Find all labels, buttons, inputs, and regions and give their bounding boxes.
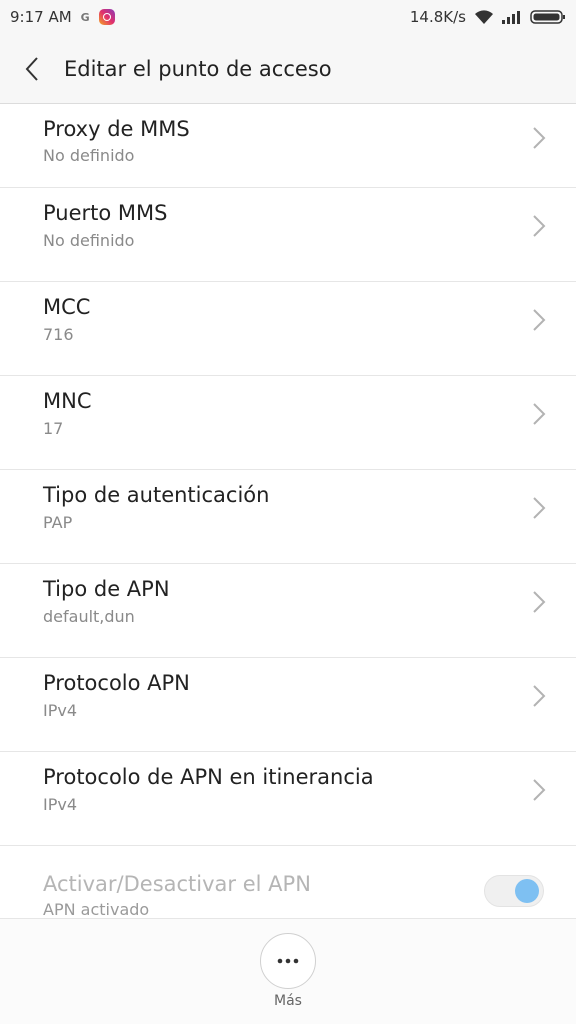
signal-icon xyxy=(502,11,520,24)
list-item-value: PAP xyxy=(43,513,73,532)
settings-list: Proxy de MMS No definido Puerto MMS No d… xyxy=(0,104,576,918)
list-item-mcc[interactable]: MCC 716 xyxy=(0,282,576,376)
status-bar: 9:17 AM G 14.8K/s xyxy=(0,0,576,34)
chevron-right-icon xyxy=(533,497,546,519)
list-item-title: Tipo de autenticación xyxy=(43,483,270,507)
list-item-value: No definido xyxy=(43,146,135,165)
google-icon: G xyxy=(80,10,90,24)
chevron-right-icon xyxy=(533,685,546,707)
list-item-title: Protocolo APN xyxy=(43,671,190,695)
list-item-mms-port[interactable]: Puerto MMS No definido xyxy=(0,188,576,282)
back-button[interactable] xyxy=(0,34,64,104)
more-label: Más xyxy=(274,993,302,1009)
chevron-right-icon xyxy=(533,215,546,237)
chevron-right-icon xyxy=(533,403,546,425)
list-item-title: Tipo de APN xyxy=(43,577,170,601)
chevron-right-icon xyxy=(533,591,546,613)
list-item-apn-protocol[interactable]: Protocolo APN IPv4 xyxy=(0,658,576,752)
list-item-title: MCC xyxy=(43,295,91,319)
list-item-apn-enable[interactable]: Activar/Desactivar el APN APN activado xyxy=(0,846,576,918)
app-bar: Editar el punto de acceso xyxy=(0,34,576,104)
instagram-icon xyxy=(98,9,115,25)
wifi-icon xyxy=(475,10,493,24)
list-item-title: Puerto MMS xyxy=(43,201,168,225)
status-time: 9:17 AM xyxy=(10,8,72,26)
chevron-right-icon xyxy=(533,127,546,149)
network-speed: 14.8K/s xyxy=(409,8,466,26)
more-dots-icon xyxy=(277,958,299,964)
list-item-apn-type[interactable]: Tipo de APN default,dun xyxy=(0,564,576,658)
list-item-mms-proxy[interactable]: Proxy de MMS No definido xyxy=(0,104,576,188)
list-item-title: Proxy de MMS xyxy=(43,117,190,141)
list-item-title: Protocolo de APN en itinerancia xyxy=(43,765,374,789)
list-item-auth-type[interactable]: Tipo de autenticación PAP xyxy=(0,470,576,564)
list-item-value: 17 xyxy=(43,419,64,438)
list-item-value: IPv4 xyxy=(43,701,78,720)
apn-toggle-switch[interactable] xyxy=(484,875,544,907)
list-item-value: APN activado xyxy=(43,900,150,918)
list-item-value: IPv4 xyxy=(43,795,78,814)
page-title: Editar el punto de acceso xyxy=(64,56,332,81)
list-item-title: MNC xyxy=(43,389,92,413)
chevron-right-icon xyxy=(533,779,546,801)
list-item-value: No definido xyxy=(43,231,135,250)
battery-icon xyxy=(530,10,565,24)
list-item-mnc[interactable]: MNC 17 xyxy=(0,376,576,470)
toggle-knob xyxy=(515,879,539,903)
list-item-value: default,dun xyxy=(43,607,135,626)
list-item-value: 716 xyxy=(43,325,74,344)
back-arrow-icon xyxy=(25,56,38,81)
list-item-title: Activar/Desactivar el APN xyxy=(43,872,311,896)
more-button[interactable] xyxy=(260,933,316,989)
bottom-bar: Más xyxy=(0,918,576,1024)
chevron-right-icon xyxy=(533,309,546,331)
list-item-apn-roaming-protocol[interactable]: Protocolo de APN en itinerancia IPv4 xyxy=(0,752,576,846)
